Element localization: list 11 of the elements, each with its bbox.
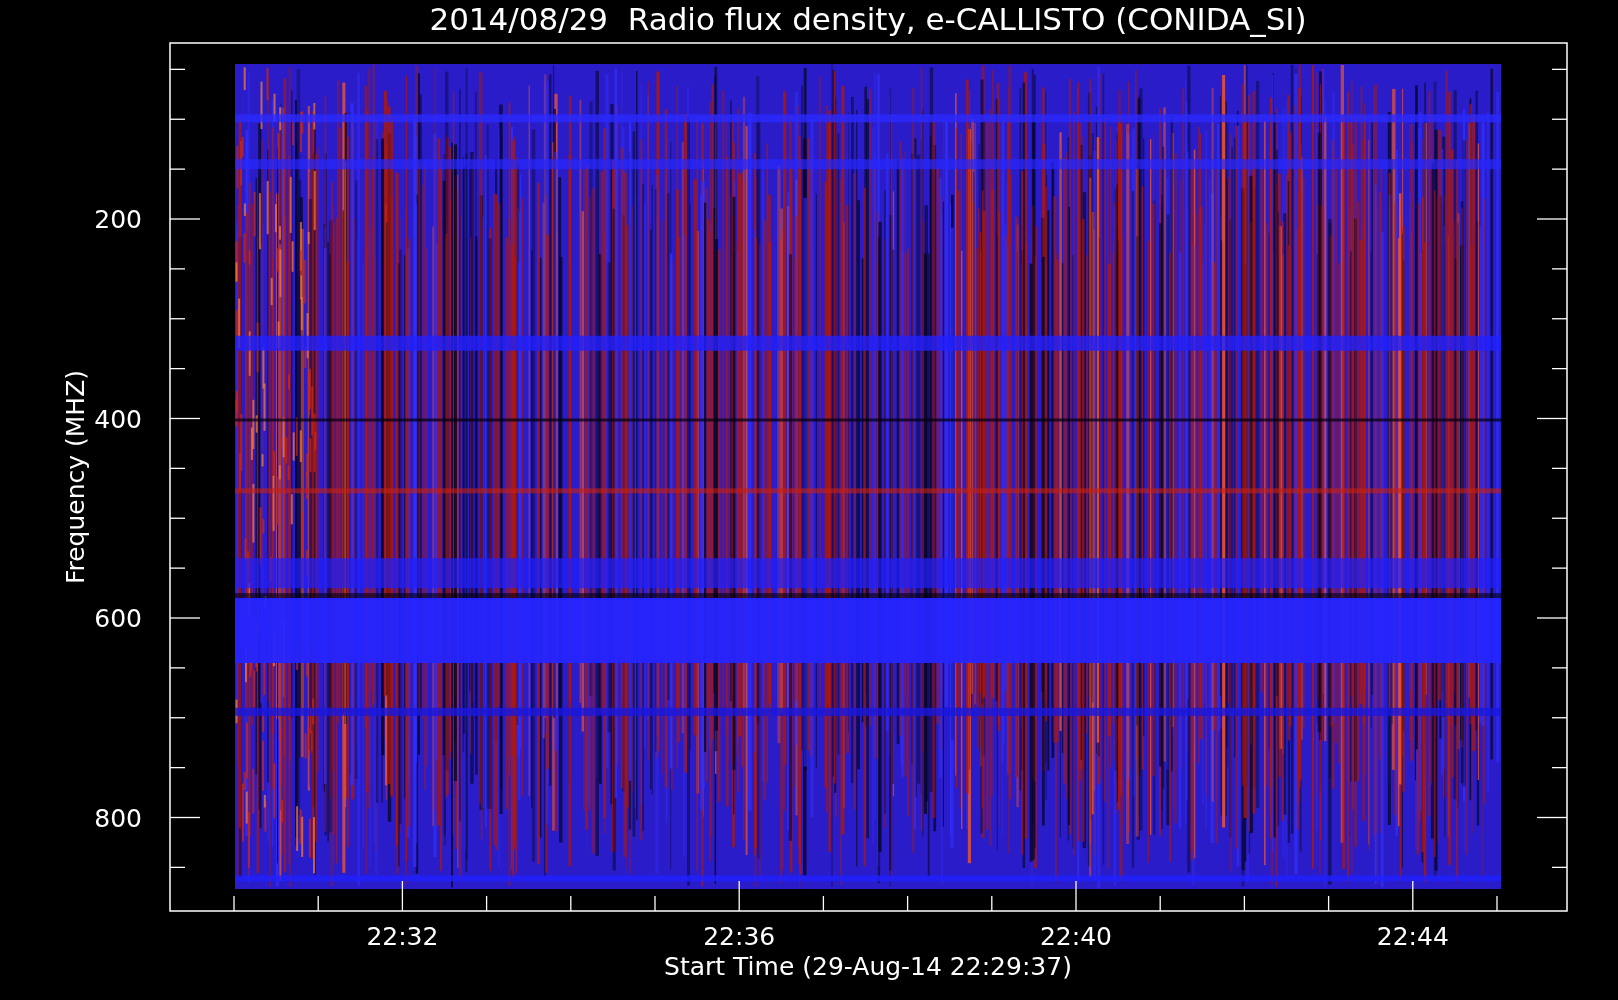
y-tick-label: 400 xyxy=(94,404,142,434)
x-tick-label: 22:36 xyxy=(703,922,776,951)
x-tick-label: 22:32 xyxy=(366,922,439,951)
x-tick-label: 22:44 xyxy=(1376,922,1449,951)
x-tick-label: 22:40 xyxy=(1040,922,1112,951)
chart-title: 2014/08/29 Radio flux density, e-CALLISTO (CONIDA_SI) xyxy=(429,1,1307,37)
y-tick-label: 200 xyxy=(94,205,142,234)
y-axis-title: Frequency (MHZ) xyxy=(61,369,90,585)
x-axis-title: Start Time (29-Aug-14 22:29:37) xyxy=(664,952,1072,981)
y-tick-label: 800 xyxy=(94,803,142,833)
y-tick-label: 600 xyxy=(94,604,142,633)
